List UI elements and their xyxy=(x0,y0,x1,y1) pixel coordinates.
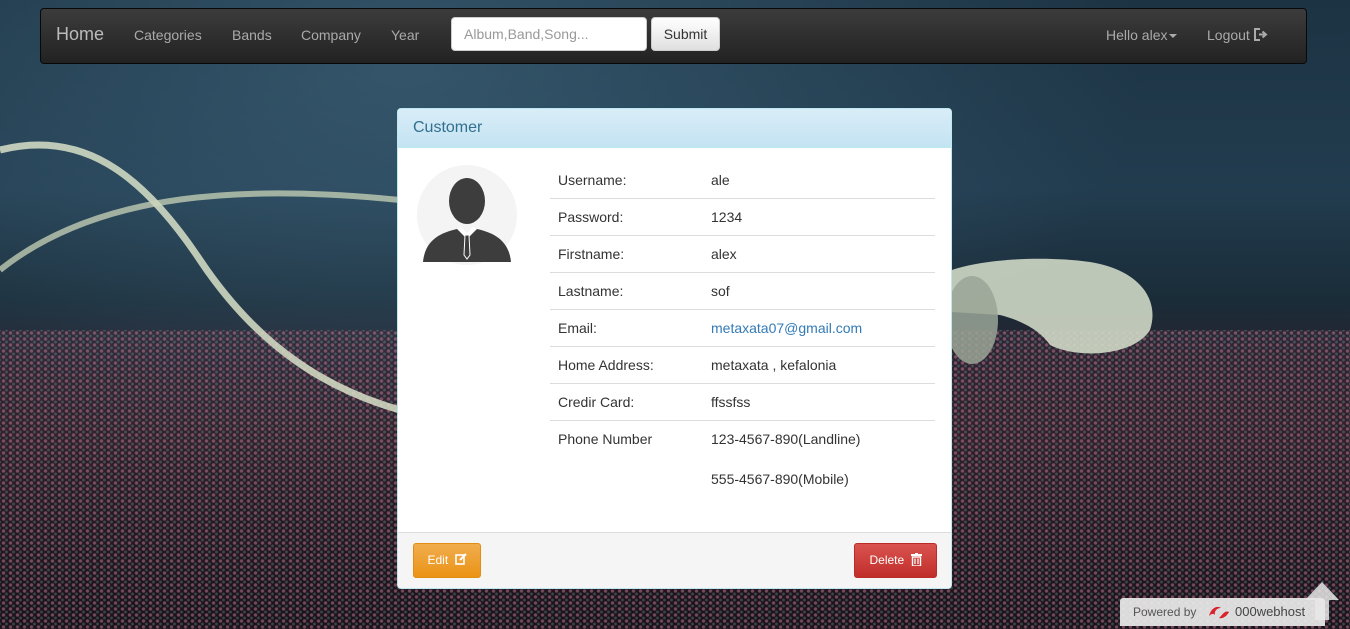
search-input[interactable] xyxy=(451,17,647,51)
username-label: Username: xyxy=(558,172,627,188)
edit-button[interactable]: Edit xyxy=(413,543,481,578)
username-value: ale xyxy=(711,172,730,188)
logout-label: Logout xyxy=(1207,27,1250,43)
credit-card-value: ffssfss xyxy=(703,383,935,421)
user-greeting: Hello alex xyxy=(1106,27,1168,43)
firstname-label: Firstname: xyxy=(550,235,703,273)
trash-icon xyxy=(910,552,922,566)
user-menu[interactable]: Hello alex xyxy=(1106,27,1178,43)
delete-button[interactable]: Delete xyxy=(854,543,937,578)
home-address-value: metaxata , kefalonia xyxy=(703,346,935,384)
table-row: Email: metaxata07@gmail.com xyxy=(550,309,935,347)
email-link[interactable]: metaxata07@gmail.com xyxy=(711,320,862,336)
email-cell: metaxata07@gmail.com xyxy=(703,309,935,347)
panel-title: Customer xyxy=(398,109,951,148)
table-row: Lastname: sof xyxy=(550,272,935,310)
panel-footer: Edit Delete xyxy=(398,532,951,588)
password-label: Password: xyxy=(550,198,703,236)
phone-mobile: 555-4567-890(Mobile) xyxy=(711,471,849,487)
phone-landline: 123-4567-890(Landline) xyxy=(711,431,861,447)
webhost-logo-icon xyxy=(1209,606,1229,619)
nav-year[interactable]: Year xyxy=(391,27,419,43)
nav-bands[interactable]: Bands xyxy=(232,27,272,43)
password-value: 1234 xyxy=(703,198,935,236)
powered-by-badge[interactable]: Powered by 000webhost xyxy=(1120,598,1325,626)
home-address-label: Home Address: xyxy=(550,346,703,384)
caret-down-icon xyxy=(1169,34,1178,39)
table-row: Password: 1234 xyxy=(550,198,935,236)
scroll-top-icon[interactable] xyxy=(1303,580,1341,622)
customer-panel: Customer Username: ale Password: 1234 Fi… xyxy=(397,108,952,589)
submit-button[interactable]: Submit xyxy=(651,17,720,51)
email-label: Email: xyxy=(550,309,703,347)
powered-by-label: Powered by xyxy=(1133,605,1197,619)
edit-label: Edit xyxy=(427,553,449,567)
firstname-value: alex xyxy=(703,235,935,273)
table-row: Firstname: alex xyxy=(550,235,935,273)
table-row: Username: ale xyxy=(550,162,935,199)
lastname-label: Lastname: xyxy=(550,272,703,310)
logout-icon xyxy=(1253,28,1268,41)
lastname-value: sof xyxy=(703,272,935,310)
table-row: Home Address: metaxata , kefalonia xyxy=(550,346,935,384)
user-avatar-icon xyxy=(417,165,517,265)
customer-info-table: Username: ale Password: 1234 Firstname: … xyxy=(550,162,935,497)
delete-label: Delete xyxy=(869,553,905,567)
table-row: Phone Number 123-4567-890(Landline) 555-… xyxy=(550,420,935,497)
host-name: 000webhost xyxy=(1235,604,1306,619)
credit-card-label: Credir Card: xyxy=(550,383,703,421)
nav-categories[interactable]: Categories xyxy=(134,27,202,43)
phone-number-cell: 123-4567-890(Landline) 555-4567-890(Mobi… xyxy=(703,420,935,497)
phone-number-label: Phone Number xyxy=(550,420,703,497)
home-link[interactable]: Home xyxy=(56,24,104,45)
logout-link[interactable]: Logout xyxy=(1207,27,1268,43)
top-navbar: Home Categories Bands Company Year Submi… xyxy=(40,8,1307,64)
table-row: Credir Card: ffssfss xyxy=(550,383,935,421)
nav-company[interactable]: Company xyxy=(301,27,361,43)
edit-icon xyxy=(454,553,467,566)
